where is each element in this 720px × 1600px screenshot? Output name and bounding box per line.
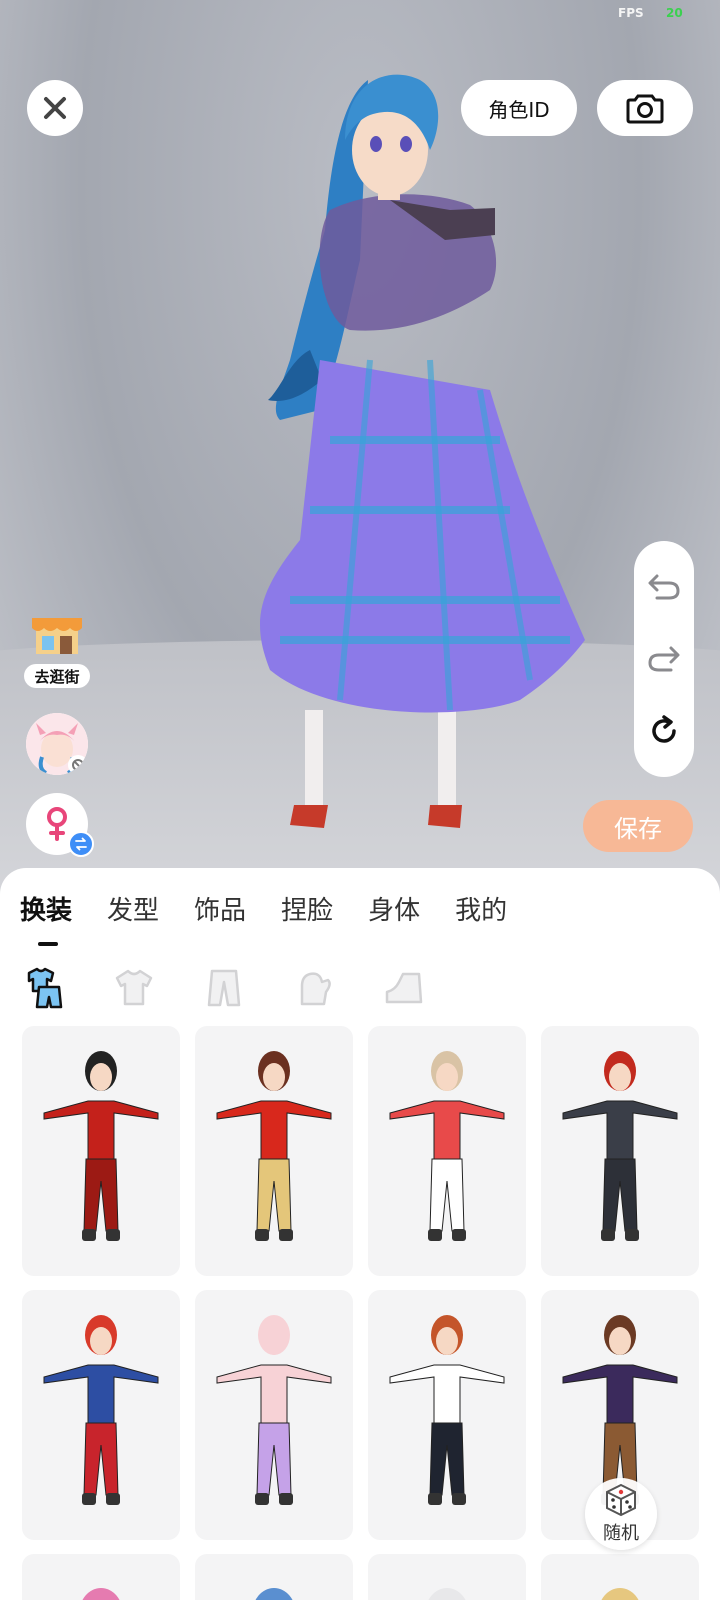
blonde-hair-outfit [601, 1588, 639, 1600]
reset-icon[interactable] [644, 711, 684, 751]
black-tactical-suit-outfit [562, 1051, 678, 1241]
profile-avatar-button[interactable] [26, 713, 88, 775]
red-beret-sweater-outfit [216, 1051, 332, 1241]
christmas-white-red-outfit [389, 1051, 505, 1241]
role-id-button[interactable]: 角色ID [461, 80, 577, 136]
close-icon [44, 97, 66, 119]
full-outfit-icon[interactable] [22, 966, 66, 1010]
tab-accessories[interactable]: 饰品 [194, 890, 246, 927]
female-icon [47, 807, 67, 841]
category-tabs: 换装 发型 饰品 捏脸 身体 我的 [20, 890, 507, 927]
tab-outfit[interactable]: 换装 [20, 890, 72, 927]
dice-icon [606, 1483, 636, 1517]
fps-value: 20 [666, 6, 683, 20]
swap-icon [68, 831, 94, 857]
tab-hairstyle[interactable]: 发型 [107, 890, 159, 927]
go-shopping-label: 去逛街 [24, 664, 90, 688]
tab-body[interactable]: 身体 [368, 890, 420, 927]
gloves-icon[interactable] [292, 966, 336, 1010]
active-tab-indicator [38, 942, 58, 946]
avatar-model[interactable] [250, 60, 610, 860]
outfit-card[interactable] [22, 1290, 180, 1540]
pants-icon[interactable] [202, 966, 246, 1010]
subcategory-bar [22, 966, 426, 1010]
close-button[interactable] [27, 80, 83, 136]
outfit-card[interactable] [368, 1290, 526, 1540]
red-chinese-dress-outfit [43, 1051, 159, 1241]
save-button[interactable]: 保存 [583, 800, 693, 852]
camera-icon [626, 94, 664, 124]
tab-mine[interactable]: 我的 [455, 890, 507, 927]
shop-store-icon [32, 618, 82, 654]
avatar-preview-stage[interactable]: FPS 20 角色ID 保存 去逛街 [0, 0, 720, 900]
edit-history-panel [634, 541, 694, 777]
outfit-card[interactable] [195, 1026, 353, 1276]
hidden-badge-icon [68, 755, 88, 775]
random-label: 随机 [603, 1523, 639, 1544]
top-shirt-icon[interactable] [112, 966, 156, 1010]
white-hair-outfit [428, 1588, 466, 1600]
gender-switch-button[interactable] [26, 793, 94, 857]
fps-label: FPS [618, 6, 644, 20]
redo-icon[interactable] [644, 639, 684, 679]
outfit-card[interactable] [22, 1554, 180, 1600]
captain-hero-suit-outfit [43, 1315, 159, 1505]
teal-tshirt-track-pants-outfit [389, 1315, 505, 1505]
shoes-icon[interactable] [382, 966, 426, 1010]
outfit-card[interactable] [195, 1554, 353, 1600]
outfit-card[interactable] [541, 1554, 699, 1600]
outfit-card[interactable] [368, 1026, 526, 1276]
random-button[interactable]: 随机 [585, 1478, 657, 1550]
go-shopping-button[interactable]: 去逛街 [24, 618, 90, 688]
pink-hair-outfit [82, 1588, 120, 1600]
outfit-card[interactable] [195, 1290, 353, 1540]
outfit-card[interactable] [541, 1026, 699, 1276]
tab-face[interactable]: 捏脸 [281, 890, 333, 927]
blue-hair-outfit [255, 1588, 293, 1600]
camera-button[interactable] [597, 80, 693, 136]
outfit-card[interactable] [368, 1554, 526, 1600]
undo-icon[interactable] [644, 567, 684, 607]
pink-cat-costume-outfit [216, 1315, 332, 1505]
outfit-card[interactable] [22, 1026, 180, 1276]
